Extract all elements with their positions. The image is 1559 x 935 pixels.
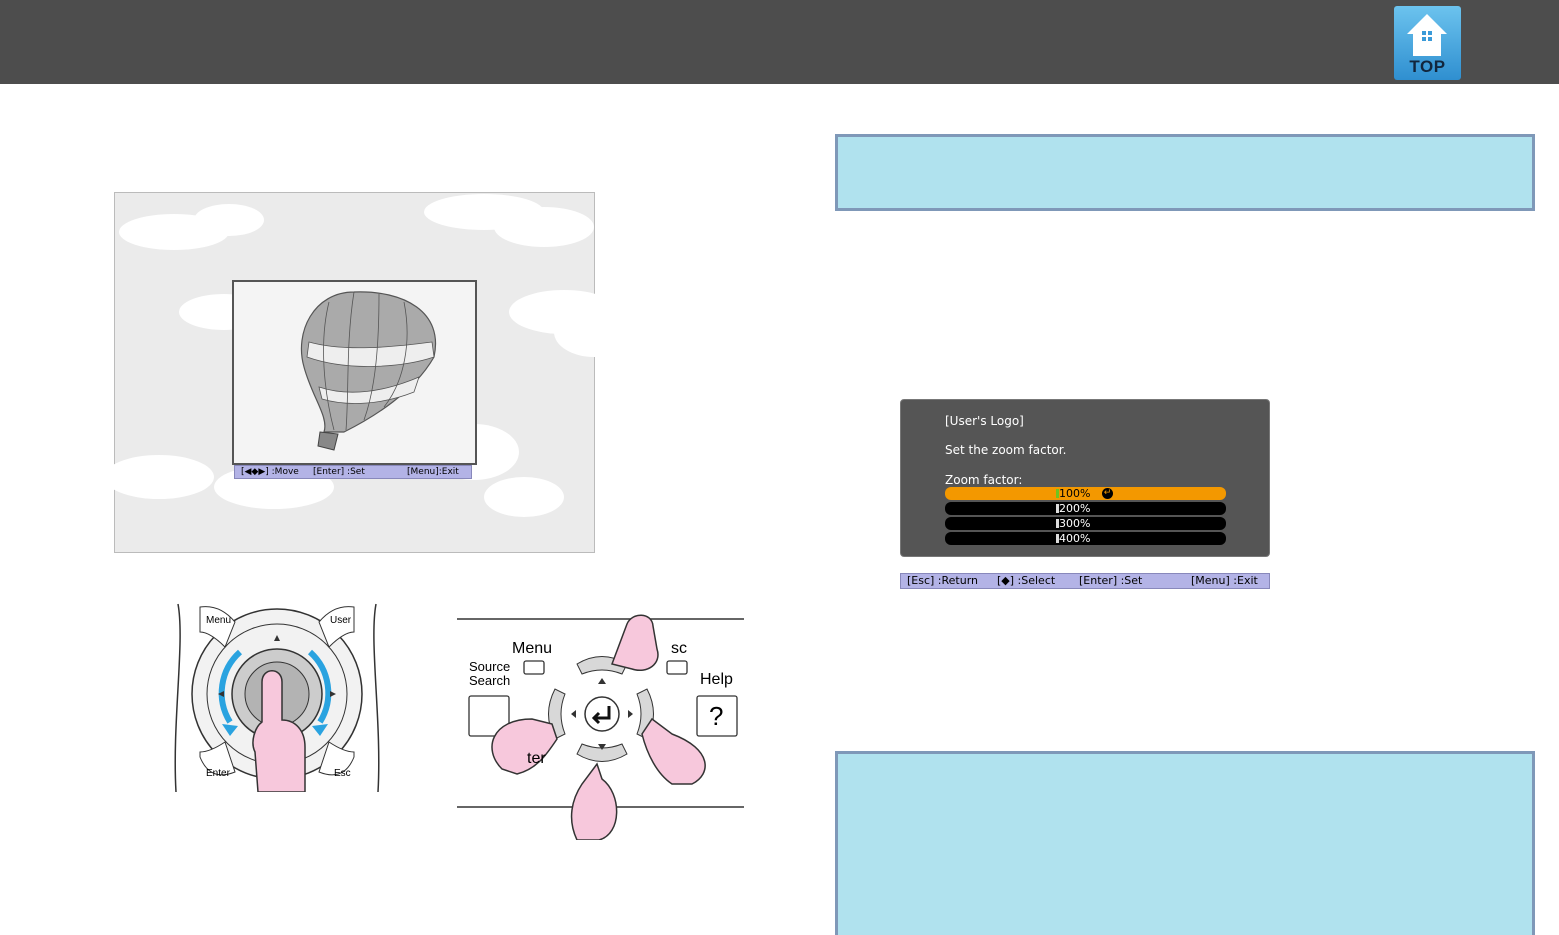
panel-source-label-1: Source: [469, 659, 511, 674]
zoom-option-label: 100%: [1059, 487, 1091, 500]
header-bar: [0, 0, 1559, 84]
remote-esc-label: Esc: [334, 768, 351, 779]
zoom-option-label: 200%: [1059, 502, 1091, 515]
zoom-option-100[interactable]: 100% ↵: [945, 487, 1226, 500]
control-panel-illustration: Menu Source Search Help ? sc ter: [457, 604, 744, 841]
zoom-option-400[interactable]: 400%: [945, 532, 1226, 545]
users-logo-menu: [User's Logo] Set the zoom factor. Zoom …: [900, 399, 1270, 557]
menu-status-bar: [Esc] :Return [◆] :Select [Enter] :Set […: [900, 573, 1270, 589]
zoom-option-200[interactable]: 200%: [945, 502, 1226, 515]
panel-esc-label: sc: [671, 640, 687, 657]
status-set: [Enter] :Set: [313, 467, 365, 477]
remote-control-illustration: Menu User Enter Esc: [170, 602, 384, 793]
zoom-option-label: 300%: [1059, 517, 1091, 530]
remote-enter-label: Enter: [206, 768, 230, 779]
menu-title: [User's Logo]: [945, 414, 1024, 428]
logo-capture-screen: [104, 192, 634, 553]
status-move: [◀◆▶] :Move: [241, 467, 299, 477]
top-button-label: TOP: [1409, 57, 1446, 76]
menu-instruction: Set the zoom factor.: [945, 443, 1067, 457]
panel-source-label-2: Search: [469, 673, 511, 688]
panel-menu-label: Menu: [512, 640, 553, 657]
zoom-factor-label: Zoom factor:: [945, 473, 1023, 487]
balloon-sky-illustration: [104, 192, 634, 553]
remote-menu-label: Menu: [206, 615, 232, 626]
help-question-icon: ?: [709, 701, 724, 731]
enter-icon: ↵: [1102, 488, 1113, 499]
note-box-bottom: [835, 751, 1535, 935]
panel-help-label: Help: [700, 671, 733, 688]
panel-enter-label: ter: [527, 750, 546, 767]
status-exit: [Menu] :Exit: [1191, 574, 1258, 587]
note-box-top: [835, 134, 1535, 211]
status-exit: [Menu]:Exit: [407, 467, 459, 477]
status-return: [Esc] :Return: [907, 574, 979, 587]
top-button[interactable]: TOP: [1394, 6, 1461, 80]
remote-user-label: User: [330, 615, 352, 626]
capture-status-bar: [◀◆▶] :Move [Enter] :Set [Menu]:Exit: [234, 465, 472, 479]
zoom-option-300[interactable]: 300%: [945, 517, 1226, 530]
zoom-option-label: 400%: [1059, 532, 1091, 545]
status-set: [Enter] :Set: [1079, 574, 1143, 587]
status-select: [◆] :Select: [997, 574, 1056, 587]
